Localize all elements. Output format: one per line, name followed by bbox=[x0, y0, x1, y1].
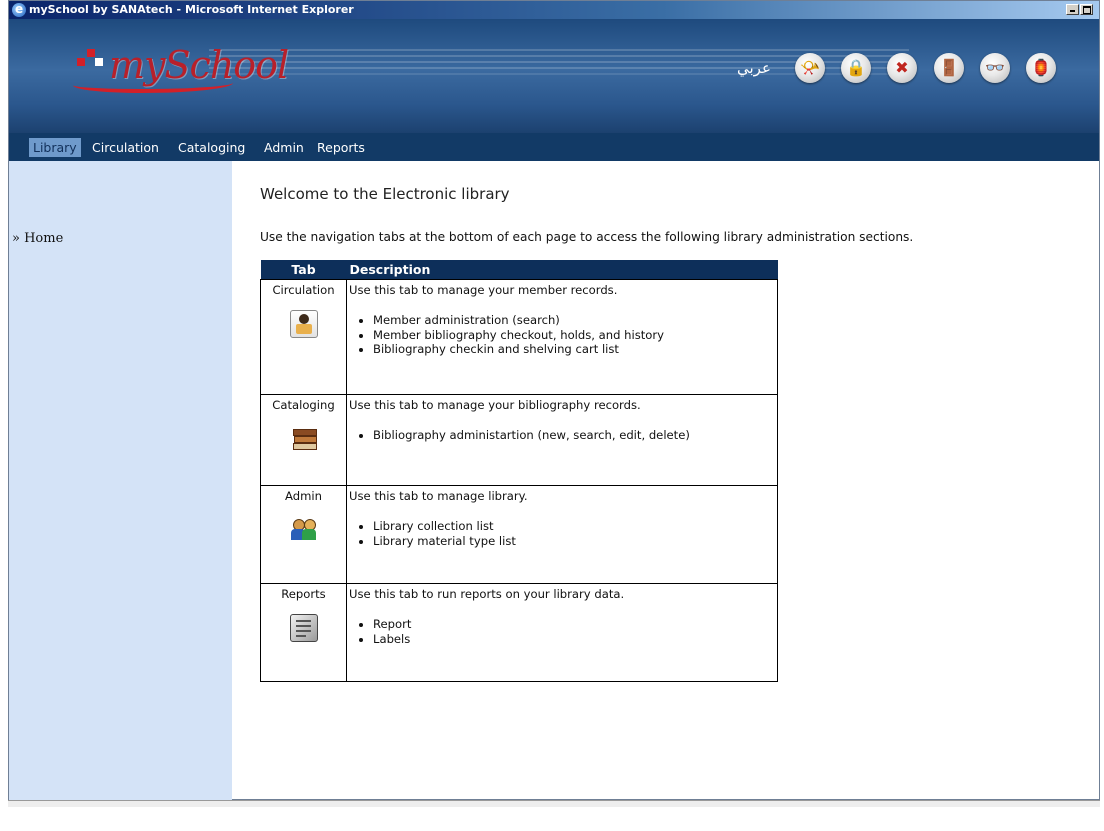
list-item: Member bibliography checkout, holds, and… bbox=[373, 328, 775, 343]
language-toggle[interactable]: عربي bbox=[737, 59, 771, 77]
row-description: Use this tab to manage library. bbox=[349, 489, 528, 503]
reader-icon[interactable] bbox=[289, 310, 318, 338]
column-header-description: Description bbox=[346, 260, 778, 280]
tab-library[interactable]: Library bbox=[29, 138, 81, 157]
sidebar: » Home bbox=[9, 161, 232, 801]
exit-door-icon[interactable]: 🚪 bbox=[934, 53, 964, 83]
list-item: Labels bbox=[373, 632, 775, 647]
row-tab-name: Reports bbox=[281, 587, 326, 601]
row-description: Use this tab to manage your bibliography… bbox=[349, 398, 641, 412]
tab-admin[interactable]: Admin bbox=[260, 138, 308, 157]
list-item: Library collection list bbox=[373, 519, 775, 534]
lock-icon[interactable]: 🔒 bbox=[841, 53, 871, 83]
row-tab-name: Admin bbox=[285, 489, 322, 503]
table-row: Reports Use this tab to run reports on y… bbox=[260, 583, 778, 682]
table-row: Admin Use this tab to manage library. Li… bbox=[260, 485, 778, 584]
table-row: Circulation Use this tab to manage your … bbox=[260, 279, 778, 395]
horn-icon[interactable]: 📯 bbox=[795, 53, 825, 83]
sections-table: Tab Description Circulation Use this tab… bbox=[260, 260, 778, 682]
column-header-tab: Tab bbox=[260, 260, 347, 280]
logo-mark-icon bbox=[77, 49, 105, 71]
page-title: Welcome to the Electronic library bbox=[260, 185, 510, 203]
list-item: Library material type list bbox=[373, 534, 775, 549]
books-icon[interactable] bbox=[291, 425, 317, 451]
users-icon[interactable] bbox=[290, 516, 317, 542]
row-tab-name: Circulation bbox=[272, 283, 335, 297]
row-tab-name: Cataloging bbox=[272, 398, 335, 412]
browser-window: mySchool by SANAtech - Microsoft Interne… bbox=[8, 0, 1100, 801]
list-item: Member administration (search) bbox=[373, 313, 775, 328]
table-row: Cataloging Use this tab to manage your b… bbox=[260, 394, 778, 486]
glasses-icon[interactable]: 👓 bbox=[980, 53, 1010, 83]
nav-tabs: Library Circulation Cataloging Admin Rep… bbox=[9, 133, 1099, 161]
row-description: Use this tab to manage your member recor… bbox=[349, 283, 618, 297]
sidebar-item-home[interactable]: » Home bbox=[12, 231, 63, 246]
list-item: Report bbox=[373, 617, 775, 632]
myschool-logo[interactable]: mySchool bbox=[49, 27, 289, 93]
list-item: Bibliography administartion (new, search… bbox=[373, 428, 775, 443]
row-description: Use this tab to run reports on your libr… bbox=[349, 587, 625, 601]
report-icon[interactable] bbox=[289, 614, 318, 642]
cancel-icon[interactable]: ✖ bbox=[887, 53, 917, 83]
maximize-button[interactable] bbox=[1080, 4, 1093, 15]
minimize-button[interactable] bbox=[1066, 4, 1079, 15]
intro-text: Use the navigation tabs at the bottom of… bbox=[260, 230, 914, 244]
ie-icon bbox=[12, 0, 26, 18]
tab-reports[interactable]: Reports bbox=[313, 138, 369, 157]
lantern-icon[interactable]: 🏮 bbox=[1026, 53, 1056, 83]
logo-text: mySchool bbox=[109, 43, 289, 87]
app-header: mySchool عربي 📯 🔒 ✖ 🚪 👓 🏮 bbox=[9, 19, 1099, 133]
tab-circulation[interactable]: Circulation bbox=[88, 138, 163, 157]
window-title: mySchool by SANAtech - Microsoft Interne… bbox=[29, 3, 354, 16]
list-item: Bibliography checkin and shelving cart l… bbox=[373, 342, 775, 357]
title-bar: mySchool by SANAtech - Microsoft Interne… bbox=[9, 0, 1099, 19]
status-bar bbox=[8, 800, 1100, 807]
tab-cataloging[interactable]: Cataloging bbox=[174, 138, 249, 157]
